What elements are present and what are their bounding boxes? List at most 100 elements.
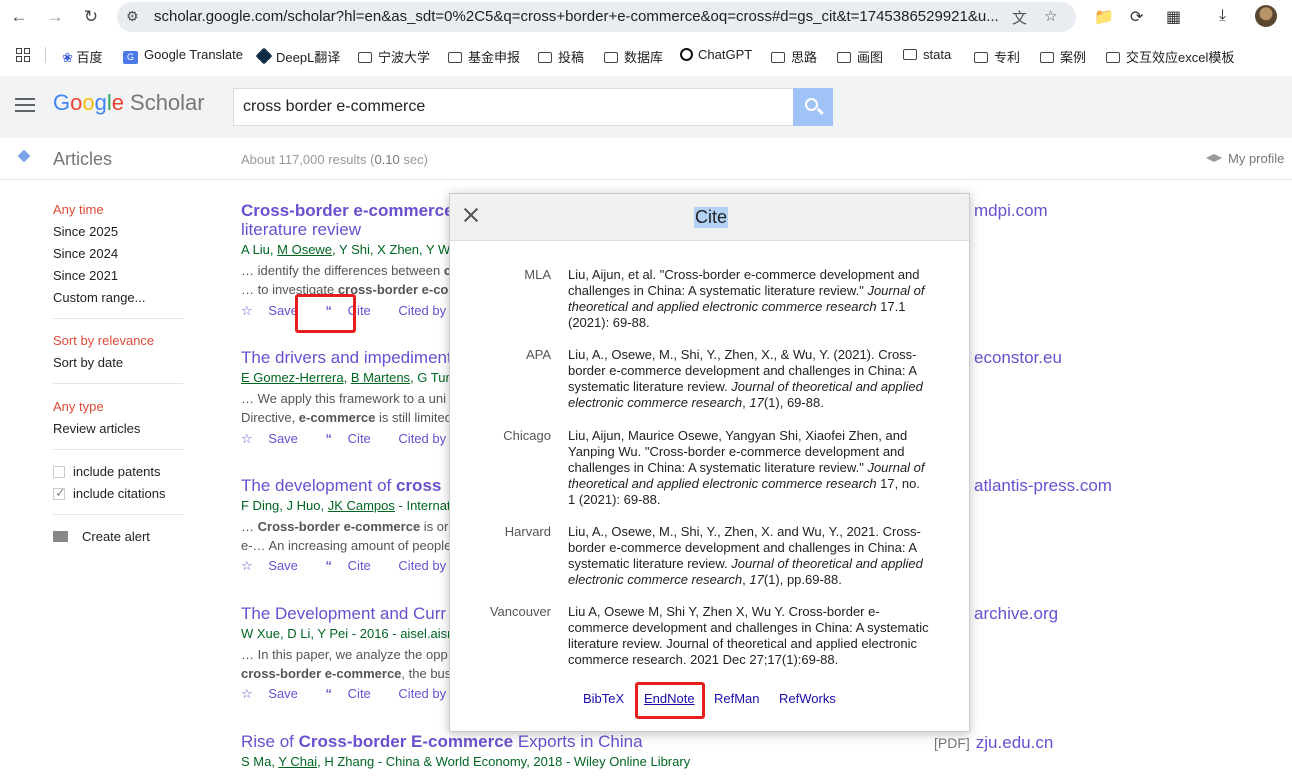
result-source-link[interactable]: [PDF] zju.edu.cn [934,733,1053,753]
url-text[interactable]: scholar.google.com/scholar?hl=en&as_sdt=… [154,8,1014,25]
author-link[interactable]: Y Chai [278,754,317,769]
bookmark-star-icon[interactable]: ☆ [1044,7,1057,25]
back-arrow-icon[interactable]: ← [7,6,31,28]
result-source-link[interactable]: atlantis-press.com [974,476,1112,496]
sidebar-divider [53,318,183,319]
folder-icon [358,52,372,63]
citation-text[interactable]: Liu, Aijun, et al. "Cross-border e-comme… [568,267,936,331]
create-alert-link[interactable]: Create alert [53,529,150,544]
bookmark-chatgpt[interactable]: ChatGPT [680,47,752,62]
bookmark-folder-patent[interactable]: 专利 [974,47,1020,66]
sort-by-relevance[interactable]: Sort by relevance [53,333,154,348]
result-title[interactable]: Cross-border e-commerce [241,201,454,221]
profile-avatar[interactable] [1255,5,1277,27]
translate-icon[interactable]: 文 [1012,7,1027,28]
save-button[interactable]: ☆ Save [241,558,310,573]
filter-custom-range[interactable]: Custom range... [53,290,146,305]
search-button[interactable] [793,88,833,126]
download-icon[interactable]: ⤓ [1219,7,1226,25]
author-link[interactable]: M Osewe [277,242,332,257]
result-authors: A Liu, M Osewe, Y Shi, X Zhen, Y W [241,242,451,257]
result-source-link[interactable]: archive.org [974,604,1058,624]
result-title[interactable]: The development of cross [241,476,441,496]
bookmark-google-translate[interactable]: G Google Translate [123,47,243,64]
filter-since-2021[interactable]: Since 2021 [53,268,118,283]
cite-button[interactable]: “ Cite [326,431,383,446]
bookmark-folder-stata[interactable]: stata [903,47,951,62]
filter-since-2024[interactable]: Since 2024 [53,246,118,261]
result-source-link[interactable]: mdpi.com [974,201,1048,221]
google-scholar-logo[interactable]: Google Scholar [53,90,205,116]
result-title-line2[interactable]: literature review [241,220,361,240]
save-button[interactable]: ☆ Save [241,431,310,446]
articles-icon [16,150,34,164]
bookmark-deepl[interactable]: DeepL翻译 [255,47,340,66]
sort-by-date[interactable]: Sort by date [53,355,123,370]
bookmark-folder-ideas[interactable]: 思路 [771,47,817,66]
menu-icon[interactable] [15,98,35,116]
result-snippet: cross-border e-commerce, the bus [241,666,452,681]
sidebar-divider [53,514,183,515]
author-link[interactable]: E Gomez-Herrera [241,370,344,385]
citation-text[interactable]: Liu, A., Osewe, M., Shi, Y., Zhen, X. an… [568,524,936,588]
extension-icon[interactable]: ⟳ [1130,7,1143,27]
sidebar-divider [53,449,183,450]
folder-icon [1040,52,1054,63]
quote-icon: “ [325,558,333,573]
search-input[interactable] [243,98,783,116]
export-refman-link[interactable]: RefMan [714,691,760,706]
bookmark-folder-cases[interactable]: 案例 [1040,47,1086,66]
cite-dialog-title: Cite [694,207,729,228]
bookmark-baidu[interactable]: ❀ 百度 [62,47,103,66]
my-profile-link[interactable]: My profile [1206,151,1284,166]
folder-icon [903,49,917,60]
export-refworks-link[interactable]: RefWorks [779,691,836,706]
filter-review-articles[interactable]: Review articles [53,421,140,436]
close-icon[interactable] [462,206,480,224]
forward-arrow-icon[interactable]: → [43,6,67,28]
citation-text[interactable]: Liu A, Osewe M, Shi Y, Zhen X, Wu Y. Cro… [568,604,936,668]
result-title[interactable]: The drivers and impediment [241,348,452,368]
result-snippet: Directive, e-commerce is still limited [241,410,452,425]
site-settings-icon[interactable]: ⚙ [126,8,139,25]
results-count: About 117,000 results (0.10 sec) [241,152,428,167]
export-bibtex-link[interactable]: BibTeX [583,691,624,706]
include-patents-checkbox[interactable]: include patents [53,464,160,479]
pdf-tag: [PDF] [934,735,970,751]
citation-text[interactable]: Liu, A., Osewe, M., Shi, Y., Zhen, X., &… [568,347,936,411]
cite-button[interactable]: “ Cite [326,558,383,573]
result-title[interactable]: Rise of Cross-border E-commerce Exports … [241,732,643,752]
folder-icon [538,52,552,63]
search-box[interactable] [233,88,794,126]
result-source-link[interactable]: econstor.eu [974,348,1062,368]
sidebar-divider [53,383,183,384]
bookmark-folder-drawing[interactable]: 画图 [837,47,883,66]
citation-text[interactable]: Liu, Aijun, Maurice Osewe, Yangyan Shi, … [568,428,936,508]
bookmark-folder-database[interactable]: 数据库 [604,47,663,66]
author-link[interactable]: JK Campos [328,498,395,513]
checkbox-unchecked[interactable] [53,466,65,478]
result-snippet: … Cross-border e-commerce is or [241,519,449,534]
baidu-paw-icon: ❀ [62,50,73,65]
quote-icon: “ [325,431,333,446]
filter-any-type[interactable]: Any type [53,399,104,414]
reload-icon[interactable]: ↻ [79,6,103,28]
result-snippet: … In this paper, we analyze the opp [241,647,448,662]
filter-since-2025[interactable]: Since 2025 [53,224,118,239]
bookmark-folder-submit[interactable]: 投稿 [538,47,584,66]
save-button[interactable]: ☆ Save [241,686,310,701]
folder-icon [974,52,988,63]
include-citations-checkbox[interactable]: include citations [53,485,166,501]
puzzle-extensions-icon[interactable]: ▦ [1166,7,1181,27]
author-link[interactable]: B Martens [351,370,410,385]
bookmark-folder-fund[interactable]: 基金申报 [448,47,520,66]
cite-button[interactable]: “ Cite [326,686,383,701]
checkbox-checked[interactable] [53,485,66,501]
result-title[interactable]: The Development and Curr [241,604,446,624]
star-icon: ☆ [241,686,253,701]
bookmark-folder-interaction[interactable]: 交互效应excel模板 [1106,47,1234,66]
folder-extension-icon[interactable]: 📁 [1094,7,1114,27]
address-bar[interactable]: ⚙ scholar.google.com/scholar?hl=en&as_sd… [117,2,1076,32]
bookmark-folder-ningbo[interactable]: 宁波大学 [358,47,430,66]
filter-any-time[interactable]: Any time [53,202,104,217]
